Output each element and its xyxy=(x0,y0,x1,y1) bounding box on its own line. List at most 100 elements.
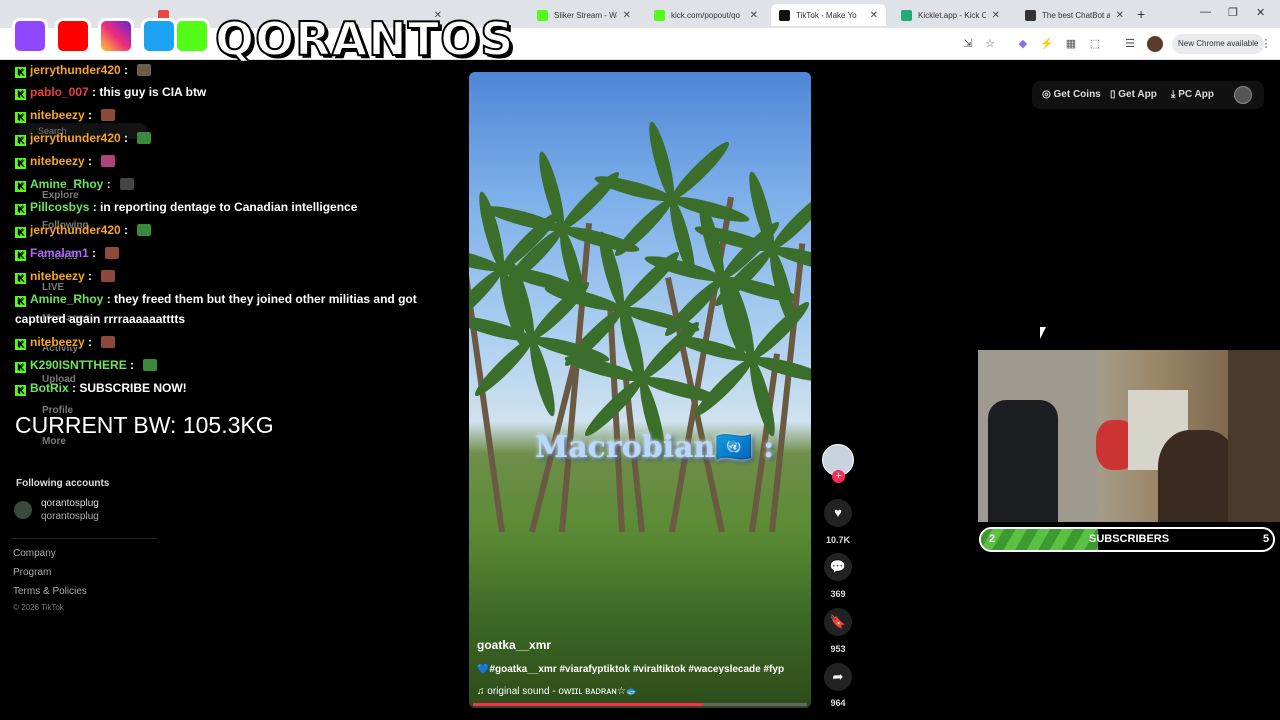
chat-username: Amine_Rhoy xyxy=(30,292,104,306)
like-heart-icon[interactable]: ♥ xyxy=(824,499,852,527)
chat-message: K BotRix : SUBSCRIBE NOW! xyxy=(15,381,187,396)
door xyxy=(1228,350,1280,522)
subscriber-target: 5 xyxy=(1263,533,1270,545)
chrome-menu-icon[interactable]: ⋮ xyxy=(1258,36,1274,52)
video-sound[interactable]: ♫ original sound - ᴏᴡɪɪʟ ʙᴀᴅʀᴀɴ☆🐟 xyxy=(477,686,638,697)
twitter-icon xyxy=(141,18,177,54)
instagram-icon xyxy=(98,18,134,54)
chat-message: K Famalam1 : xyxy=(15,246,120,261)
chat-separator: : xyxy=(68,381,80,395)
chat-separator: : xyxy=(88,85,100,99)
comment-count: 369 xyxy=(830,589,846,599)
pc-app-label: PC App xyxy=(1178,89,1214,100)
browser-tab[interactable]: The best ChatBot an ✕ xyxy=(1017,4,1132,26)
browser-tab[interactable]: Kicklet.app - Kick Ch ✕ xyxy=(893,4,1008,26)
chat-separator: : xyxy=(89,200,101,214)
chat-username: nitebeezy xyxy=(30,335,85,349)
tiktok-top-menu: ◎ Get Coins ▯ Get App ⤓ PC App xyxy=(1032,81,1264,109)
chat-text: captured again rrrraaaaaatttts xyxy=(15,312,186,326)
chat-message: Kjerrythunder420 : xyxy=(15,223,152,238)
kick-badge-icon: K xyxy=(15,112,26,123)
following-user[interactable]: qorantosplug xyxy=(41,498,99,509)
footer-program-link[interactable]: Program xyxy=(13,567,51,578)
kick-badge-icon: K xyxy=(15,89,26,100)
video-hashtags[interactable]: 💙#goatka__xmr #viarafyptiktok #viraltikt… xyxy=(477,664,784,675)
footer-company-link[interactable]: Company xyxy=(13,548,56,559)
tab-close-icon[interactable]: ✕ xyxy=(992,10,1000,21)
social-logos-banner: QORANTOS xyxy=(10,8,514,67)
video-progress-fill xyxy=(473,703,704,706)
kick-badge-icon: K xyxy=(15,158,26,169)
extension-icon[interactable]: ⚡ xyxy=(1039,36,1055,52)
video-progress-bar[interactable] xyxy=(473,703,807,706)
kick-badge-icon: K xyxy=(15,385,26,396)
tab-favicon xyxy=(654,9,665,21)
following-avatar[interactable] xyxy=(14,501,32,519)
chat-username: Pillcosbys xyxy=(30,200,90,214)
tab-favicon xyxy=(1025,9,1036,21)
follow-plus-icon[interactable]: + xyxy=(832,470,845,483)
chat-message: K Amine_Rhoy : xyxy=(15,177,135,192)
subscriber-current: 2 xyxy=(989,533,996,545)
youtube-icon xyxy=(55,18,91,54)
kick-badge-icon: K xyxy=(15,273,26,284)
close-window-button[interactable]: ✕ xyxy=(1256,6,1265,19)
streamer-brand-name: QORANTOS xyxy=(214,11,515,67)
chat-emote-icon xyxy=(137,132,152,144)
extension-icon[interactable]: ▦ xyxy=(1063,36,1079,52)
browser-tab[interactable]: TikTok - Make Yo ✕ xyxy=(771,4,886,26)
chat-separator: : xyxy=(84,108,96,122)
video-author[interactable]: goatka__xmr xyxy=(477,638,551,652)
video-overlay-text: Macrobian🇺🇳 : xyxy=(535,430,775,465)
chat-emote-icon xyxy=(101,336,116,348)
browser-tab[interactable]: kick.com/popout/qo ✕ xyxy=(646,4,766,26)
chat-separator: : xyxy=(103,177,115,191)
install-icon[interactable]: ⇲ xyxy=(960,36,976,52)
profile-avatar[interactable] xyxy=(1147,36,1163,52)
subscriber-goal-bar: 2 SUBSCRIBERS 5 xyxy=(979,527,1275,552)
get-app-label: Get App xyxy=(1118,89,1157,100)
reading-list-icon[interactable]: ☰ xyxy=(1122,36,1138,52)
chat-message: Kjerrythunder420 : xyxy=(15,131,152,146)
tab-close-icon[interactable]: ✕ xyxy=(750,10,758,21)
chat-separator: : xyxy=(126,358,138,372)
chat-message: K Pillcosbys : in reporting dentage to Ca… xyxy=(15,200,357,215)
chat-text: they freed them but they joined other mi… xyxy=(114,292,417,306)
get-app-button[interactable]: ▯ Get App xyxy=(1110,89,1157,100)
kick-badge-icon: K xyxy=(15,67,26,78)
chat-username: nitebeezy xyxy=(30,154,85,168)
footer-terms-link[interactable]: Terms & Policies xyxy=(13,586,87,597)
user-avatar[interactable] xyxy=(1234,86,1252,104)
kick-badge-icon: K xyxy=(15,204,26,215)
new-tab-button[interactable]: + xyxy=(1137,6,1145,22)
browser-tab[interactable]: Sliker Stream - Watch ✕ xyxy=(529,4,639,26)
comment-icon[interactable]: 💬 xyxy=(824,553,852,581)
chat-separator: : xyxy=(84,269,96,283)
chat-text: this guy is CIA btw xyxy=(99,85,207,99)
kick-badge-icon: K xyxy=(15,339,26,350)
tab-close-icon[interactable]: ✕ xyxy=(623,10,631,21)
bookmark-icon[interactable]: 🔖 xyxy=(824,608,852,636)
chat-emote-icon xyxy=(143,359,158,371)
extension-icon[interactable]: ◆ xyxy=(1015,36,1031,52)
chat-username: jerrythunder420 xyxy=(30,223,121,237)
tab-close-icon[interactable]: ✕ xyxy=(870,10,878,21)
mouse-cursor xyxy=(1040,327,1046,339)
extensions-puzzle-icon[interactable]: ⬚ xyxy=(1087,36,1103,52)
maximize-button[interactable]: ❐ xyxy=(1228,6,1238,19)
chat-message: Knitebeezy : xyxy=(15,335,116,350)
get-coins-button[interactable]: ◎ Get Coins xyxy=(1042,89,1101,100)
share-arrow-icon[interactable]: ➦ xyxy=(824,663,852,691)
minimize-button[interactable]: — xyxy=(1200,6,1211,18)
chat-username: nitebeezy xyxy=(30,108,85,122)
tab-close-icon[interactable]: ✕ xyxy=(1116,10,1124,21)
bookmark-star-icon[interactable]: ☆ xyxy=(982,36,998,52)
tab-label: TikTok - Make Yo xyxy=(796,10,857,20)
chat-message: Knitebeezy : xyxy=(15,108,116,123)
pc-app-button[interactable]: ⤓ PC App xyxy=(1171,89,1214,100)
new-chrome-available-button[interactable]: New Chrome available xyxy=(1172,34,1265,54)
chat-separator: : xyxy=(120,131,132,145)
kick-badge-icon: K xyxy=(15,227,26,238)
gaming-chair xyxy=(988,400,1058,522)
tiktok-video-player[interactable]: Macrobian🇺🇳 : goatka__xmr 💙#goatka__xmr … xyxy=(469,72,811,708)
